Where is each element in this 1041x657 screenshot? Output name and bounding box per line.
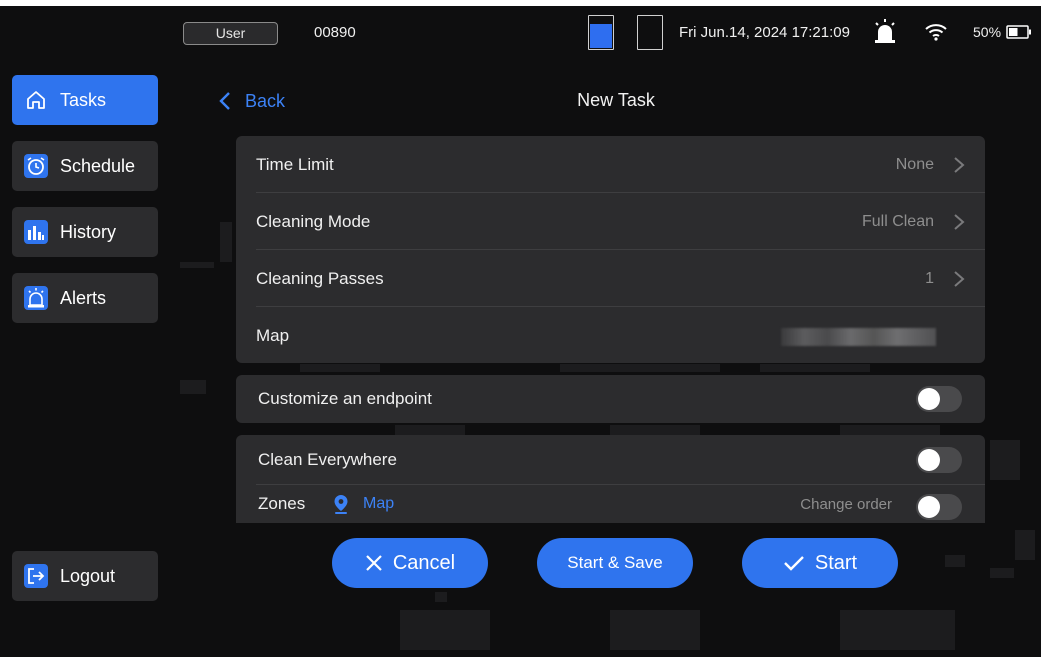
zones-panel: Clean Everywhere Zones Map Change order — [236, 435, 985, 523]
wifi-icon — [925, 24, 947, 41]
time-limit-row[interactable]: Time Limit None — [236, 136, 985, 193]
user-id: 00890 — [314, 24, 356, 41]
endpoint-label: Customize an endpoint — [258, 389, 432, 408]
location-pin-icon — [334, 495, 348, 514]
cleaning-passes-row[interactable]: Cleaning Passes 1 — [236, 250, 985, 307]
cleaning-mode-value: Full Clean — [861, 212, 934, 230]
close-icon — [366, 555, 382, 571]
bar-chart-icon — [24, 220, 48, 244]
clean-everywhere-toggle[interactable] — [916, 447, 962, 473]
cleaning-mode-row[interactable]: Cleaning Mode Full Clean — [236, 193, 985, 250]
zones-label: Zones — [258, 494, 306, 513]
map-name-redacted — [781, 328, 936, 346]
alarm-icon — [24, 286, 48, 310]
cancel-button[interactable]: Cancel — [332, 538, 488, 588]
datetime: Fri Jun.14, 2024 17:21:09 — [679, 24, 850, 41]
battery-percent: 50% — [973, 24, 1002, 40]
time-limit-label: Time Limit — [256, 154, 334, 174]
change-order-label: Change order — [800, 495, 892, 513]
clean-everywhere-label: Clean Everywhere — [258, 450, 397, 469]
start-save-label: Start & Save — [567, 553, 663, 572]
sidebar-item-label: Alerts — [60, 287, 107, 308]
user-badge[interactable]: User — [183, 22, 278, 45]
logout-label: Logout — [60, 565, 116, 586]
endpoint-row: Customize an endpoint — [236, 375, 985, 423]
cancel-label: Cancel — [392, 551, 456, 574]
clock-icon — [24, 154, 48, 178]
top-frame-edge — [0, 0, 1041, 6]
zones-map-link[interactable]: Map — [332, 494, 394, 514]
chevron-right-icon — [954, 270, 965, 287]
check-icon — [784, 556, 804, 571]
clean-everywhere-row: Clean Everywhere — [236, 435, 985, 485]
cleaning-mode-label: Cleaning Mode — [256, 211, 371, 231]
sidebar-item-alerts[interactable]: Alerts — [12, 273, 158, 323]
map-row[interactable]: Map — [236, 307, 985, 364]
alarm-icon — [875, 19, 895, 43]
logout-icon — [24, 564, 48, 588]
start-save-button[interactable]: Start & Save — [537, 538, 693, 588]
zones-row: Zones Map Change order — [236, 485, 985, 523]
tank-empty-icon — [637, 15, 663, 50]
start-button[interactable]: Start — [742, 538, 898, 588]
sidebar-item-schedule[interactable]: Schedule — [12, 141, 158, 191]
page-title: New Task — [577, 90, 655, 110]
logout-button[interactable]: Logout — [12, 551, 158, 601]
start-label: Start — [814, 551, 858, 574]
cleaning-passes-value: 1 — [925, 269, 934, 287]
sidebar-item-history[interactable]: History — [12, 207, 158, 257]
cleaning-passes-label: Cleaning Passes — [256, 268, 384, 288]
task-settings-panel: Time Limit None Cleaning Mode Full Clean… — [236, 136, 985, 363]
endpoint-panel: Customize an endpoint — [236, 375, 985, 423]
sidebar-item-label: History — [60, 221, 117, 242]
sidebar-item-label: Schedule — [60, 155, 136, 176]
endpoint-toggle[interactable] — [916, 386, 962, 412]
chevron-right-icon — [954, 213, 965, 230]
chevron-right-icon — [954, 156, 965, 173]
change-order-toggle[interactable] — [916, 494, 962, 520]
time-limit-value: None — [895, 155, 934, 173]
battery-icon — [1006, 25, 1031, 39]
zones-map-label: Map — [363, 495, 395, 512]
status-bar: User 00890 Fri Jun.14, 2024 17:21:09 50% — [0, 15, 1041, 53]
map-label: Map — [256, 325, 290, 345]
tank-full-icon — [588, 15, 614, 50]
